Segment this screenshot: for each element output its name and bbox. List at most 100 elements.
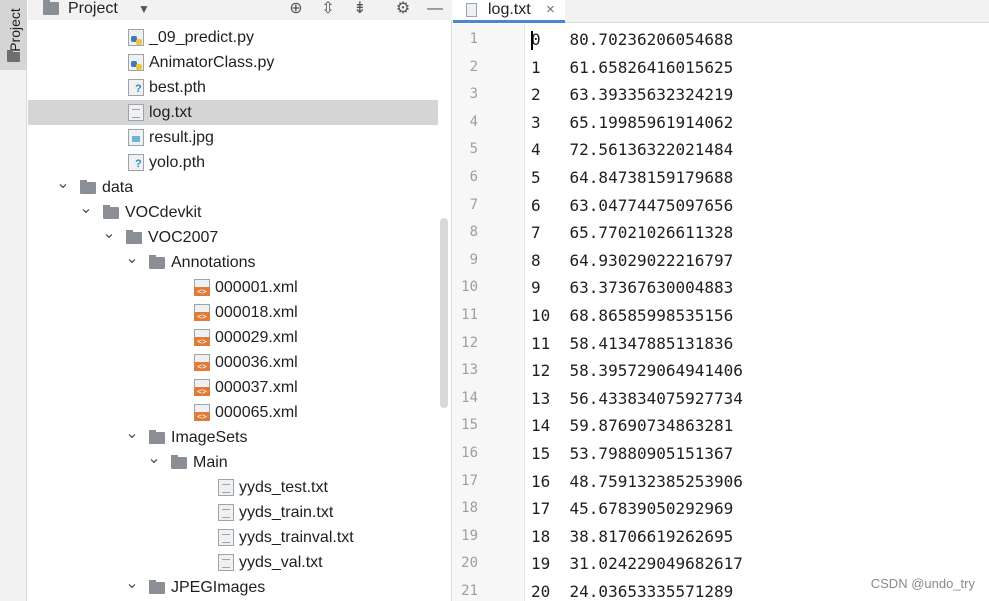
tree-item-label: log.txt <box>149 104 192 121</box>
editor-line[interactable]: 3 2 63.39335632324219 <box>453 81 989 109</box>
line-content: 1 61.65826416015625 <box>531 57 734 77</box>
tree-folder-row[interactable]: ⌄ ImageSets <box>28 425 438 450</box>
editor-line[interactable]: 7 6 63.04774475097656 <box>453 192 989 220</box>
line-content: 8 64.93029022216797 <box>531 250 734 270</box>
tree-item-label: yyds_trainval.txt <box>239 529 354 546</box>
tree-file-row[interactable]: yyds_trainval.txt <box>28 525 438 550</box>
project-panel: Project ▼ ⊕ ⇳ ⇟ ⚙ — _09_predict.py Animat… <box>28 0 452 601</box>
editor-line[interactable]: 16 15 53.79880905151367 <box>453 440 989 468</box>
editor-line[interactable]: 10 9 63.37367630004883 <box>453 274 989 302</box>
editor-line[interactable]: 14 13 56.433834075927734 <box>453 385 989 413</box>
folder-icon <box>171 455 187 469</box>
editor-line[interactable]: 11 10 68.86585998535156 <box>453 302 989 330</box>
line-number: 5 <box>469 141 478 158</box>
xml-file-icon <box>194 279 210 296</box>
tree-item-label: AnimatorClass.py <box>149 54 275 71</box>
xml-file-icon <box>194 404 210 421</box>
editor-line[interactable]: 9 8 64.93029022216797 <box>453 247 989 275</box>
close-icon[interactable]: × <box>546 1 555 18</box>
editor-line[interactable]: 5 4 72.56136322021484 <box>453 136 989 164</box>
editor-line[interactable]: 19 18 38.81706619262695 <box>453 523 989 551</box>
text-file-icon <box>218 479 234 496</box>
chevron-down-icon[interactable]: ⌄ <box>125 250 139 275</box>
tree-folder-row[interactable]: ⌄ Annotations <box>28 250 438 275</box>
line-number: 13 <box>461 362 478 379</box>
folder-icon <box>126 230 142 244</box>
editor-line[interactable]: 4 3 65.19985961914062 <box>453 109 989 137</box>
tree-item-label: 000001.xml <box>215 279 298 296</box>
minimize-icon[interactable]: — <box>424 0 446 18</box>
tree-file-row[interactable]: best.pth <box>28 75 438 100</box>
locate-icon[interactable]: ⊕ <box>285 0 307 18</box>
tree-file-row[interactable]: 000029.xml <box>28 325 438 350</box>
project-panel-header: Project ▼ ⊕ ⇳ ⇟ ⚙ — <box>28 0 452 20</box>
line-number: 7 <box>469 196 478 213</box>
editor-line[interactable]: 20 19 31.024229049682617 <box>453 550 989 578</box>
chevron-down-icon[interactable]: ⌄ <box>79 200 93 225</box>
line-number: 21 <box>461 583 478 599</box>
xml-file-icon <box>194 329 210 346</box>
line-content: 2 63.39335632324219 <box>531 85 734 105</box>
editor-line[interactable]: 12 11 58.41347885131836 <box>453 330 989 358</box>
editor-line[interactable]: 18 17 45.67839050292969 <box>453 495 989 523</box>
tree-file-row[interactable]: 000001.xml <box>28 275 438 300</box>
project-tool-tab-label: Project <box>7 8 23 52</box>
tree-file-row[interactable]: yolo.pth <box>28 150 438 175</box>
expand-all-icon[interactable]: ⇳ <box>317 0 339 18</box>
tree-file-row[interactable]: _09_predict.py <box>28 25 438 50</box>
gear-icon[interactable]: ⚙ <box>392 0 414 18</box>
editor-line[interactable]: 1 0 80.70236206054688 <box>453 26 989 54</box>
tree-folder-row[interactable]: ⌄ JPEGImages <box>28 575 438 600</box>
tree-file-row[interactable]: 000037.xml <box>28 375 438 400</box>
tree-file-row[interactable]: log.txt <box>28 100 438 125</box>
project-tool-tab[interactable]: Project <box>0 0 27 70</box>
line-number: 14 <box>461 389 478 406</box>
panel-title[interactable]: Project <box>68 0 118 18</box>
editor-line[interactable]: 17 16 48.759132385253906 <box>453 468 989 496</box>
editor-line[interactable]: 13 12 58.395729064941406 <box>453 357 989 385</box>
editor-line[interactable]: 15 14 59.87690734863281 <box>453 412 989 440</box>
tree-file-row[interactable]: AnimatorClass.py <box>28 50 438 75</box>
collapse-all-icon[interactable]: ⇟ <box>349 0 371 18</box>
tree-file-row[interactable]: yyds_val.txt <box>28 550 438 575</box>
tree-file-row[interactable]: yyds_train.txt <box>28 500 438 525</box>
tree-folder-row[interactable]: ⌄ VOCdevkit <box>28 200 438 225</box>
xml-file-icon <box>194 354 210 371</box>
editor-line[interactable]: 8 7 65.77021026611328 <box>453 219 989 247</box>
line-content: 20 24.03653335571289 <box>531 582 734 601</box>
tree-file-row[interactable]: result.jpg <box>28 125 438 150</box>
tree-file-row[interactable]: 000018.xml <box>28 300 438 325</box>
line-content: 0 80.70236206054688 <box>531 30 734 49</box>
chevron-down-icon[interactable]: ▼ <box>138 2 150 16</box>
chevron-down-icon[interactable]: ⌄ <box>125 575 139 600</box>
line-content: 3 65.19985961914062 <box>531 112 734 132</box>
folder-icon <box>103 205 119 219</box>
line-number: 20 <box>461 555 478 572</box>
editor-line[interactable]: 2 1 61.65826416015625 <box>453 54 989 82</box>
text-file-icon <box>218 529 234 546</box>
line-content: 7 65.77021026611328 <box>531 223 734 243</box>
chevron-down-icon[interactable]: ⌄ <box>147 450 161 475</box>
tree-folder-row[interactable]: ⌄ VOC2007 <box>28 225 438 250</box>
chevron-down-icon[interactable]: ⌄ <box>102 225 116 250</box>
tree-file-row[interactable]: 000036.xml <box>28 350 438 375</box>
tree-item-label: 000029.xml <box>215 329 298 346</box>
tab-log-txt[interactable]: log.txt × <box>453 0 565 23</box>
line-content: 15 53.79880905151367 <box>531 444 734 463</box>
editor-line[interactable]: 6 5 64.84738159179688 <box>453 164 989 192</box>
tree-folder-row[interactable]: ⌄ data <box>28 175 438 200</box>
chevron-down-icon[interactable]: ⌄ <box>56 175 70 200</box>
tree-file-row[interactable]: 000065.xml <box>28 400 438 425</box>
chevron-down-icon[interactable]: ⌄ <box>125 425 139 450</box>
line-content: 19 31.024229049682617 <box>531 554 743 574</box>
tree-item-label: result.jpg <box>149 129 214 146</box>
tree-file-row[interactable]: yyds_test.txt <box>28 475 438 500</box>
tree-item-label: 000036.xml <box>215 354 298 371</box>
folder-icon <box>80 180 96 194</box>
tree-item-label: 000018.xml <box>215 304 298 321</box>
watermark: CSDN @undo_try <box>870 576 975 591</box>
tree-folder-row[interactable]: ⌄ Main <box>28 450 438 475</box>
tree-item-label: VOC2007 <box>148 229 219 246</box>
line-content: 4 72.56136322021484 <box>531 140 734 160</box>
tree-scrollbar[interactable] <box>440 218 448 408</box>
